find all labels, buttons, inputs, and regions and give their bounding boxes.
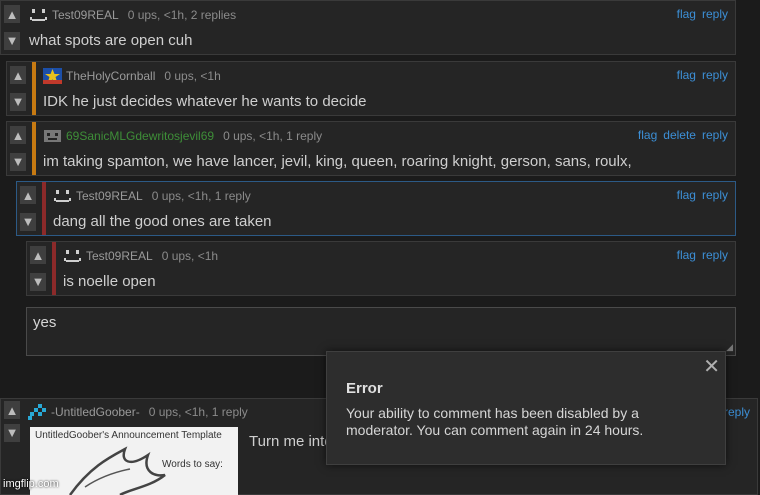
upvote-arrow-icon[interactable]: ▲ [4, 401, 20, 420]
comment: ▲ ▼ Test09REAL 0 ups, <1h, 2 replies fla… [0, 0, 736, 55]
username[interactable]: 69SanicMLGdewritosjevil69 [66, 129, 214, 143]
thread-stripe [52, 242, 56, 295]
error-dialog: ✕ Error Your ability to comment has been… [326, 351, 726, 465]
avatar[interactable] [29, 7, 48, 23]
upvote-arrow-icon[interactable]: ▲ [4, 5, 20, 24]
downvote-arrow-icon[interactable]: ▼ [10, 92, 26, 111]
upvote-arrow-icon[interactable]: ▲ [10, 66, 26, 85]
comment-meta: 0 ups, <1h, 1 reply [151, 189, 251, 203]
reply-text-value: yes [33, 314, 57, 331]
comment-text: Turn me inte [249, 433, 333, 450]
watermark: imgflip.com [3, 478, 59, 490]
flag-link[interactable]: flag [677, 7, 696, 21]
avatar[interactable] [53, 188, 72, 204]
avatar[interactable] [28, 404, 47, 420]
comment-meta: 0 ups, <1h [164, 69, 221, 83]
vote-controls: ▲ ▼ [7, 122, 29, 175]
downvote-arrow-icon[interactable]: ▼ [30, 272, 46, 291]
comment-text: is noelle open [63, 273, 156, 290]
comment: ▲ ▼ TheHolyCornball 0 ups, <1h flag reply… [6, 61, 736, 116]
comment: ▲ ▼ Test09REAL 0 ups, <1h, 1 reply flag r… [16, 181, 736, 236]
thread-stripe [32, 62, 36, 115]
comment-text: what spots are open cuh [29, 32, 193, 49]
dialog-title: Error [346, 380, 383, 397]
thread-stripe [42, 182, 46, 235]
comment-meta: 0 ups, <1h, 1 reply [223, 129, 323, 143]
comment-text: IDK he just decides whatever he wants to… [43, 93, 367, 110]
upvote-arrow-icon[interactable]: ▲ [20, 186, 36, 205]
vote-controls: ▲ ▼ [1, 399, 23, 444]
avatar[interactable] [43, 68, 62, 84]
thread-stripe [32, 122, 36, 175]
avatar[interactable] [63, 248, 82, 264]
flag-link[interactable]: flag [677, 248, 696, 262]
upvote-arrow-icon[interactable]: ▲ [10, 126, 26, 145]
downvote-arrow-icon[interactable]: ▼ [4, 31, 20, 50]
image-words-text: Words to say: [162, 459, 223, 470]
comment-text: dang all the good ones are taken [53, 213, 272, 230]
username[interactable]: Test09REAL [86, 249, 153, 263]
dialog-message: Your ability to comment has been disable… [346, 405, 644, 438]
downvote-arrow-icon[interactable]: ▼ [10, 152, 26, 171]
delete-link[interactable]: delete [663, 128, 696, 142]
comment-meta: 0 ups, <1h, 1 reply [148, 405, 248, 419]
comment-image[interactable]: UntitledGoober's Announcement Template W… [30, 427, 238, 495]
reply-link[interactable]: reply [724, 405, 750, 419]
flag-link[interactable]: flag [638, 128, 657, 142]
username[interactable]: -UntitledGoober- [51, 405, 140, 419]
vote-controls: ▲ ▼ [1, 1, 23, 54]
username[interactable]: Test09REAL [52, 8, 119, 22]
flag-link[interactable]: flag [677, 188, 696, 202]
comment: ▲ ▼ Test09REAL 0 ups, <1h flag reply is n… [26, 241, 736, 296]
downvote-arrow-icon[interactable]: ▼ [4, 423, 20, 442]
close-icon[interactable]: ✕ [703, 354, 720, 379]
avatar[interactable] [43, 128, 62, 144]
vote-controls: ▲ ▼ [17, 182, 39, 235]
comment-text: im taking spamton, we have lancer, jevil… [43, 153, 632, 170]
username[interactable]: TheHolyCornball [66, 69, 155, 83]
downvote-arrow-icon[interactable]: ▼ [20, 212, 36, 231]
reply-link[interactable]: reply [702, 128, 728, 142]
reply-link[interactable]: reply [702, 248, 728, 262]
comment-meta: 0 ups, <1h [161, 249, 219, 263]
reply-link[interactable]: reply [702, 188, 728, 202]
username[interactable]: Test09REAL [76, 189, 143, 203]
reply-textarea[interactable]: yes ◢ [26, 307, 736, 356]
reply-link[interactable]: reply [702, 7, 728, 21]
comment-meta: 0 ups, <1h, 2 replies [127, 8, 237, 22]
comment: ▲ ▼ 69SanicMLGdewritosjevil69 0 ups, <1h… [6, 121, 736, 176]
flag-link[interactable]: flag [677, 68, 696, 82]
reply-link[interactable]: reply [702, 68, 728, 82]
upvote-arrow-icon[interactable]: ▲ [30, 246, 46, 265]
vote-controls: ▲ ▼ [7, 62, 29, 115]
resize-handle-icon[interactable]: ◢ [726, 342, 733, 353]
vote-controls: ▲ ▼ [27, 242, 49, 295]
